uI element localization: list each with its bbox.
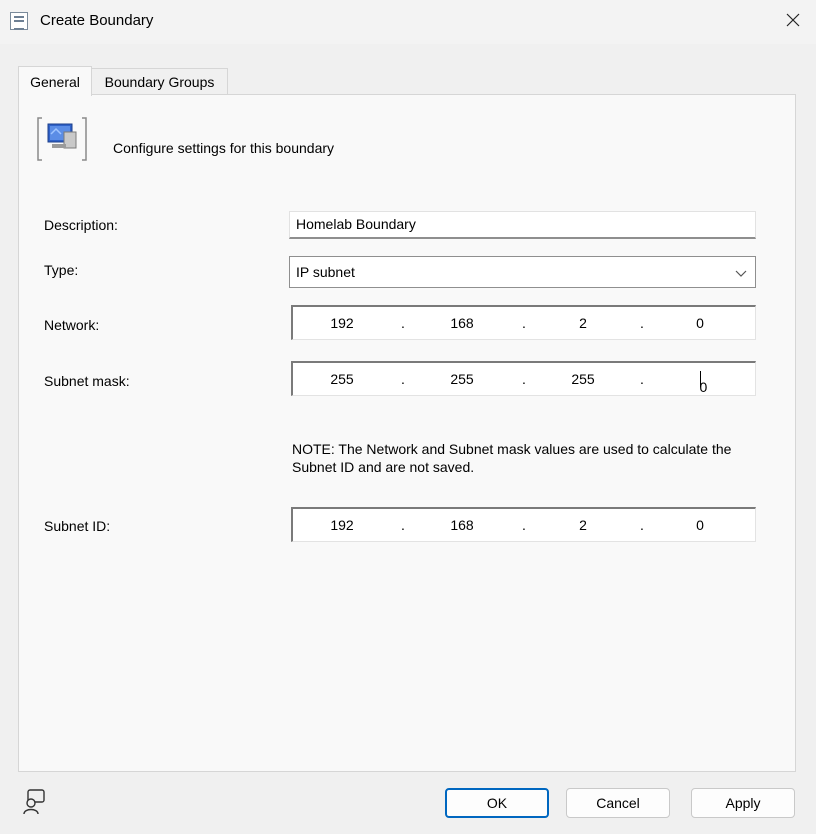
- type-label: Type:: [44, 262, 79, 278]
- subnet-id-octet-1: 192: [330, 517, 354, 533]
- network-label: Network:: [44, 317, 100, 333]
- subnet-mask-octet-3[interactable]: 255: [563, 371, 603, 387]
- title-bar: Create Boundary: [0, 0, 816, 44]
- tab-panel-general: [18, 94, 796, 772]
- network-octet-4[interactable]: 0: [680, 315, 720, 331]
- description-label: Description:: [44, 217, 118, 233]
- apply-button[interactable]: Apply: [691, 788, 795, 818]
- network-octet-1[interactable]: 192: [322, 315, 362, 331]
- ip-separator: .: [640, 517, 644, 533]
- subnet-mask-label: Subnet mask:: [44, 373, 130, 389]
- subnet-mask-octet-1[interactable]: 255: [322, 371, 362, 387]
- ip-separator: .: [401, 517, 405, 533]
- subnet-id-octet-4: 0: [696, 517, 704, 533]
- network-octet-2[interactable]: 168: [442, 315, 482, 331]
- network-ip-field[interactable]: 192 . 168 . 2 . 0: [291, 305, 756, 340]
- network-octet-3[interactable]: 2: [563, 315, 603, 331]
- type-select-value: IP subnet: [296, 264, 355, 280]
- subnet-id-label: Subnet ID:: [44, 518, 111, 534]
- description-field[interactable]: Homelab Boundary: [289, 211, 756, 239]
- ip-separator: .: [640, 315, 644, 331]
- properties-window-icon: [10, 12, 28, 30]
- ip-separator: .: [401, 315, 405, 331]
- ip-separator: .: [522, 517, 526, 533]
- ip-separator: .: [522, 315, 526, 331]
- close-button[interactable]: [770, 0, 816, 40]
- subnet-mask-octet-4-value: 0: [699, 379, 708, 395]
- subnet-mask-octet-2[interactable]: 255: [442, 371, 482, 387]
- ip-separator: .: [640, 371, 644, 387]
- boundary-computer-icon: [37, 117, 87, 161]
- ip-separator: .: [401, 371, 405, 387]
- close-icon: [786, 13, 800, 27]
- subnet-id-octet-3: 2: [579, 517, 587, 533]
- cancel-button[interactable]: Cancel: [566, 788, 670, 818]
- user-help-icon[interactable]: [22, 788, 46, 816]
- type-select[interactable]: IP subnet: [289, 256, 756, 288]
- chevron-down-icon: [735, 270, 747, 277]
- window-title: Create Boundary: [40, 12, 154, 29]
- tab-general[interactable]: General: [18, 66, 92, 96]
- subnet-id-octet-2: 168: [450, 517, 474, 533]
- ip-separator: .: [522, 371, 526, 387]
- subnet-id-ip-field[interactable]: 192 . 168 . 2 . 0: [291, 507, 756, 542]
- subnet-mask-ip-field[interactable]: 255 . 255 . 255 . 0: [291, 361, 756, 396]
- ok-button[interactable]: OK: [445, 788, 549, 818]
- tab-boundary-groups[interactable]: Boundary Groups: [92, 68, 228, 95]
- subnet-note: NOTE: The Network and Subnet mask values…: [292, 441, 732, 475]
- header-text: Configure settings for this boundary: [113, 140, 335, 156]
- subnet-mask-octet-4[interactable]: 0: [680, 371, 720, 395]
